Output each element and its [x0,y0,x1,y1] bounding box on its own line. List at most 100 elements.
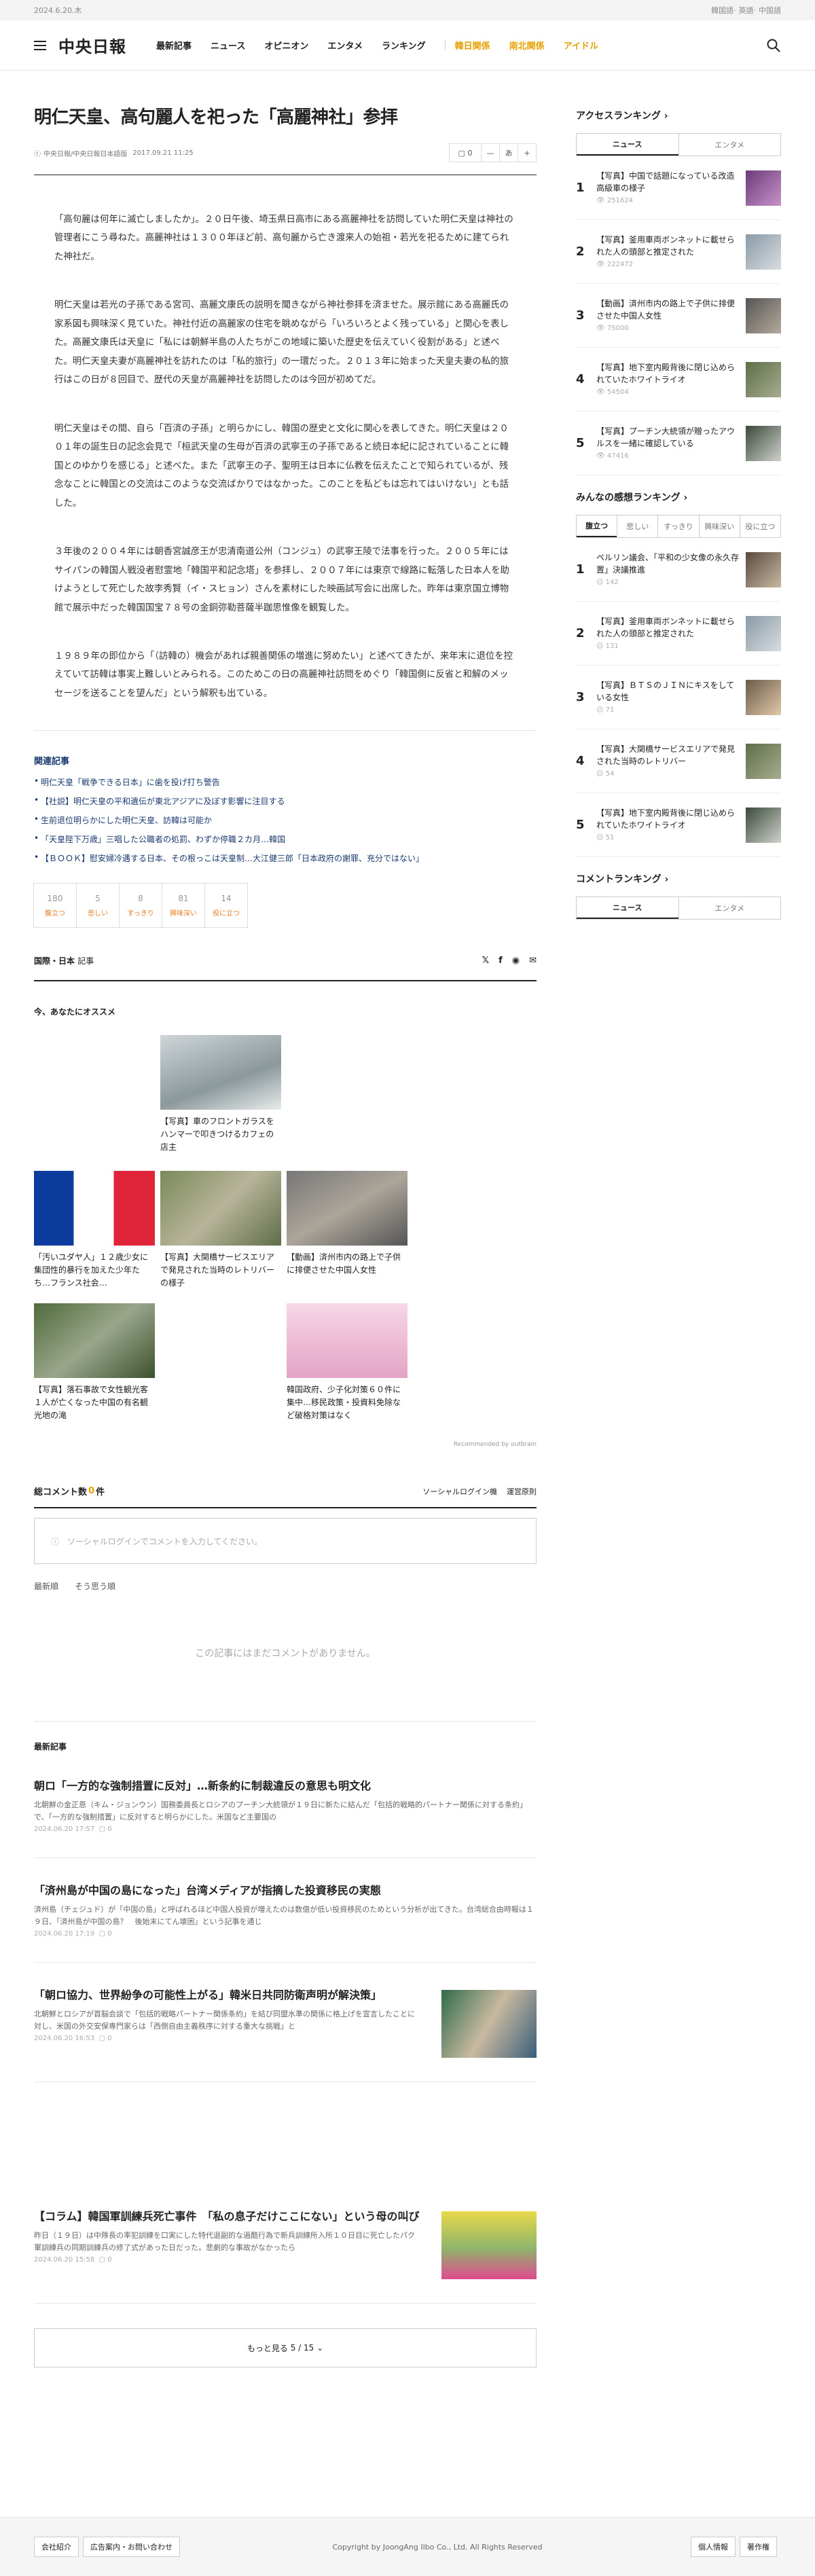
ranking-item[interactable]: 5 【写真】地下室内殿背後に閉じ込められていたホワイトライオ ☹ 51 [576,793,781,857]
rank-number: 2 [576,244,585,259]
nav-entertainment[interactable]: エンタメ [327,39,363,52]
site-logo[interactable]: 中央日報 [58,33,126,57]
privacy-link[interactable]: 個人情報 [691,2537,736,2557]
emotion-ranking-heading[interactable]: みんなの感想ランキング › [576,490,781,504]
nav-north-south[interactable]: 南北関係 [509,39,545,52]
nav-news[interactable]: ニュース [211,39,245,52]
facebook-share-icon[interactable]: f [499,956,503,966]
mail-share-icon[interactable]: ✉ [529,956,537,966]
ranking-item[interactable]: 3 【動画】済州市内の路上で子供に排便させた中国人女性 👁 75000 [576,284,781,348]
copyright-link[interactable]: 著作権 [740,2537,777,2557]
share-bar: 国際・日本 記事 𝕏 f ◉ ✉ [34,955,537,982]
recommend-card[interactable]: 【写真】落石事故で女性観光客１人が亡くなった中国の有名観光地の滝 [34,1303,155,1421]
rank-title: 【写真】大関橋サービスエリアで発見された当時のレトリバー [596,744,736,766]
nav-ranking[interactable]: ランキング [382,39,426,52]
tab-news[interactable]: ニュース [577,134,678,156]
ranking-item[interactable]: 2 【写真】釜用車両ボンネットに載せられた人の頭部と推定された 👁 222472 [576,220,781,284]
comment-icon: ▢ [98,1826,106,1834]
tab-interesting[interactable]: 興味深い [698,515,740,537]
news-item[interactable]: 「朝ロ協力、世界紛争の可能性上がる」韓米日共同防衛声明が解決策」 北朝鮮とロシア… [34,1987,537,2083]
related-link[interactable]: 【社説】明仁天皇の平和遺伝が東北アジアに及ぼす影響に注目する [34,795,537,807]
outbrain-credit[interactable]: Recommended by outbrain [454,1441,537,1448]
lang-english[interactable]: 英語 [739,6,754,15]
language-links: 韓国語· 英語· 中国語 [711,6,781,15]
load-more-button[interactable]: もっと見る 5 / 15 ⌄ [34,2328,537,2368]
nav-opinion[interactable]: オピニオン [264,39,308,52]
reaction-interesting[interactable]: 81 興味深い [162,883,205,928]
related-link[interactable]: 「天皇陛下万歳」三唱した公職者の処罰、わずか停職２カ月…韓国 [34,833,537,845]
recommend-card[interactable]: 【動画】済州市内の路上で子供に排便させた中国人女性 [287,1171,408,1276]
card-image [287,1303,408,1379]
views-value: 71 [605,706,615,714]
news-title: 【コラム】韓国軍訓練兵死亡事件 「私の息子だけここにない」という母の叫び [34,2210,420,2224]
news-item[interactable]: 朝ロ「一方的な強制措置に反対」…新条約に制裁違反の意思も明文化 北朝鮮の金正恩（… [34,1778,537,1859]
news-date: 2024.06.20 17:57 [34,1826,95,1834]
social-login-link[interactable]: ソーシャルログイン機 [422,1486,497,1497]
tab-refreshing[interactable]: すっきり [657,515,698,537]
reaction-refreshing[interactable]: 8 すっきり [119,883,162,928]
nav-idol[interactable]: アイドル [564,39,598,52]
lang-chinese[interactable]: 中国語 [759,6,781,15]
recommend-card[interactable]: 【写真】大関橋サービスエリアで発見された当時のレトリバーの様子 [160,1171,281,1289]
news-date: 2024.06.20 16:53 [34,2035,95,2043]
rules-link[interactable]: 運営原則 [507,1486,537,1497]
card-title: 【写真】大関橋サービスエリアで発見された当時のレトリバーの様子 [160,1252,275,1288]
menu-icon[interactable] [34,40,46,50]
comment-icon: ▢ [98,2256,106,2264]
font-increase-button[interactable]: + [518,143,537,162]
comment-ranking-heading[interactable]: コメントランキング › [576,872,781,886]
ranking-item[interactable]: 1 【写真】中国で話題になっている改造高級車の様子 👁 251624 [576,156,781,220]
card-title: 【写真】落石事故で女性観光客１人が亡くなった中国の有名観光地の滝 [34,1385,149,1420]
rank-views: 👁 54504 [596,388,629,396]
ranking-item[interactable]: 2 【写真】釜用車両ボンネットに載せられた人の頭部と推定された ☹ 131 [576,602,781,666]
news-item[interactable]: 「済州島が中国の島になった」台湾メディアが指摘した投資移民の実態 済州島（チェジ… [34,1883,537,1963]
ad-contact-link[interactable]: 広告案内・お問い合わせ [83,2537,180,2557]
ranking-item[interactable]: 5 【写真】プーチン大統領が贈ったアウルスを一緒に確認している 👁 47416 [576,412,781,475]
card-title: 【動画】済州市内の路上で子供に排便させた中国人女性 [287,1252,401,1275]
related-link[interactable]: 生前退位明らかにした明仁天皇、訪韓は可能か [34,814,537,826]
comment-input[interactable]: ⓘ ソーシャルログインでコメントを入力してください。 [34,1518,537,1565]
tab-useful[interactable]: 役に立つ [739,515,780,537]
rank-title: 【写真】釜用車両ボンネットに載せられた人の頭部と推定された [596,617,735,638]
news-item[interactable]: 【コラム】韓国軍訓練兵死亡事件 「私の息子だけここにない」という母の叫び 昨日（… [34,2209,537,2304]
recommend-card[interactable]: 韓国政府、少子化対策６０件に集中…移民政策・投資料免除など破格対策はなく [287,1303,408,1421]
ranking-item[interactable]: 4 【写真】大関橋サービスエリアで発見された当時のレトリバー ☹ 54 [576,729,781,793]
ranking-item[interactable]: 3 【写真】ＢＴＳのＪＩＮにキスをしている女性 ☹ 71 [576,666,781,729]
search-icon[interactable] [766,38,781,53]
comment-count-button[interactable]: ▢ 0 [449,143,482,162]
font-size-button[interactable]: あ [499,143,518,162]
tab-news[interactable]: ニュース [577,897,678,919]
tab-sad[interactable]: 悲しい [617,515,657,537]
nav-latest[interactable]: 最新記事 [156,39,192,52]
emotion-ranking-list: 1 ペルリン議会、「平和の少女像の永久存置」決議推進 ☹ 142 2 【写真】釜用車両… [576,538,781,857]
section-link[interactable]: 国際・日本 [34,955,75,966]
article-paragraph: 明仁天皇はその間、自ら「百済の子孫」と明らかにし、韓国の歴史と文化に関心を表して… [54,423,509,509]
reaction-useful[interactable]: 14 役に立つ [204,883,248,928]
related-link[interactable]: 明仁天皇「戦争できる日本」に歯を投げ打ち警告 [34,776,537,788]
rank-thumbnail [746,615,781,651]
more-label: もっと見る [247,2343,288,2353]
site-header: 中央日報 最新記事 ニュース オピニオン エンタメ ランキング 韓日関係 南北関… [0,20,815,71]
nav-korea-japan[interactable]: 韓日関係 [455,39,490,52]
related-link[interactable]: 【ＢＯＯＫ】慰安婦冷遇する日本、その根っこは天皇制…大江健三郎「日本政府の謝罪、… [34,852,537,864]
tab-entertainment[interactable]: エンタメ [678,897,781,919]
line-share-icon[interactable]: ◉ [512,956,520,966]
lang-korean[interactable]: 韓国語 [711,6,734,15]
recommend-card[interactable]: 「汚いユダヤ人」１２歳少女に集団性的暴行を加えた少年たち…フランス社会… [34,1171,155,1289]
sort-latest[interactable]: 最新順 [34,1580,58,1592]
emotion-ranking-title: みんなの感想ランキング [576,492,681,503]
font-decrease-button[interactable]: — [481,143,500,162]
reaction-sad[interactable]: 5 悲しい [76,883,120,928]
company-link[interactable]: 会社紹介 [34,2537,79,2557]
tab-angry[interactable]: 腹立つ [577,515,617,537]
views-value: 251624 [606,197,634,204]
x-share-icon[interactable]: 𝕏 [482,956,489,966]
rank-title: 【写真】プーチン大統領が贈ったアウルスを一緒に確認している [596,427,736,448]
ranking-item[interactable]: 1 ペルリン議会、「平和の少女像の永久存置」決議推進 ☹ 142 [576,538,781,602]
tab-entertainment[interactable]: エンタメ [678,134,781,156]
access-ranking-heading[interactable]: アクセスランキング › [576,109,781,122]
sort-agree[interactable]: そう思う順 [75,1580,115,1592]
recommend-card[interactable]: 【写真】車のフロントガラスをハンマーで叩きつけるカフェの店主 [160,1035,281,1153]
reaction-angry[interactable]: 180 腹立つ [33,883,77,928]
ranking-item[interactable]: 4 【写真】地下室内殿背後に閉じ込められていたホワイトライオ 👁 54504 [576,348,781,412]
